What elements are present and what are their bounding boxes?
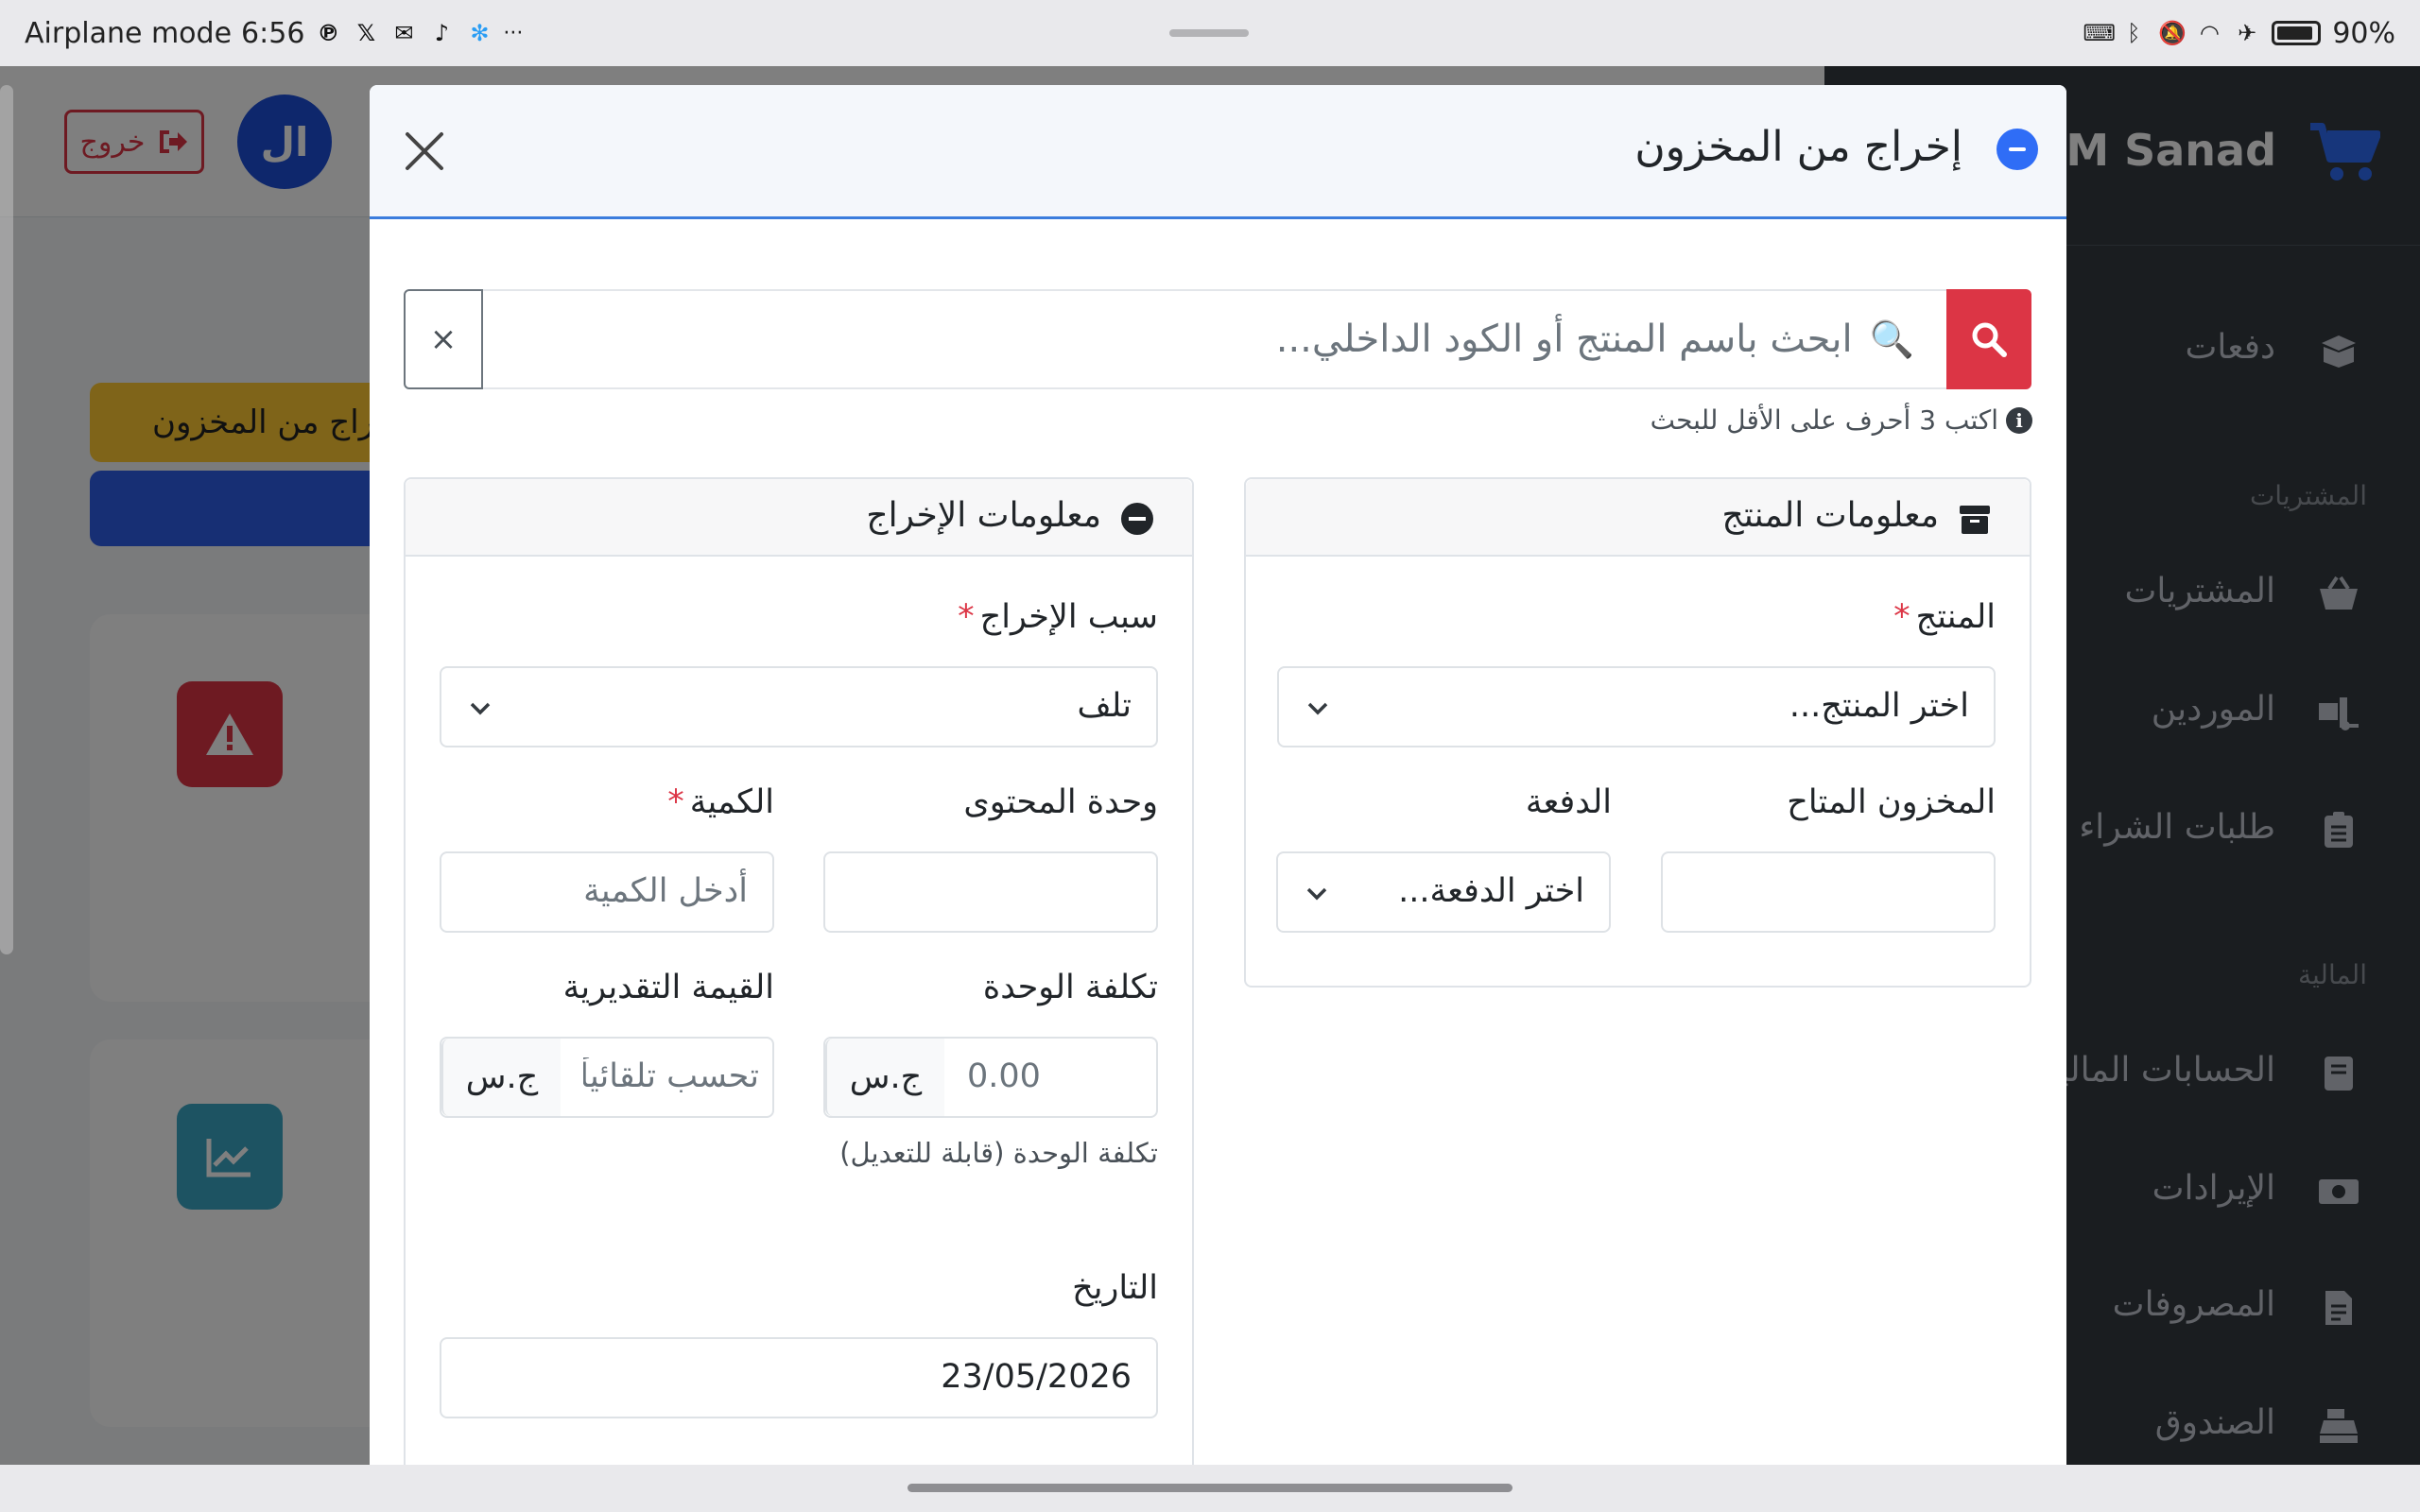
unit-cost-help: تكلفة الوحدة (قابلة للتعديل) — [839, 1137, 1158, 1169]
output-info-card: معلومات الإخراج سبب الإخراج* تلف وحدة ال… — [404, 477, 1194, 1465]
available-stock-label: المخزون المتاح — [1787, 783, 1996, 821]
date-input[interactable]: 23/05/2026 — [440, 1337, 1158, 1418]
card-title: معلومات الإخراج — [866, 496, 1101, 535]
estimated-value-currency: ج.س — [441, 1039, 561, 1116]
card-header: معلومات المنتج — [1246, 479, 2030, 557]
card-title: معلومات المنتج — [1721, 496, 1940, 535]
minus-circle-icon — [1121, 503, 1153, 535]
quantity-placeholder: أدخل الكمية — [583, 872, 748, 910]
home-gesture-bar[interactable] — [908, 1484, 1512, 1492]
bluetooth-icon: ᛒ — [2127, 20, 2141, 46]
unit-cost-placeholder: 0.00 — [967, 1057, 1041, 1095]
box-icon — [1960, 506, 1990, 534]
chevron-down-icon — [470, 702, 491, 715]
reason-label: سبب الإخراج* — [958, 598, 1158, 636]
estimated-value-label: القيمة التقديرية — [562, 969, 774, 1006]
keyboard-icon: ⌨ — [2083, 20, 2116, 46]
product-search: 🔍 ابحث باسم المنتج أو الكود الداخلي... × — [404, 289, 2031, 389]
batch-select-value: اختر الدفعة... — [1398, 872, 1584, 910]
available-stock-field — [1661, 851, 1996, 933]
clear-search-button[interactable]: × — [404, 289, 483, 389]
product-info-card: معلومات المنتج المنتج* اختر المنتج... ال… — [1244, 477, 2031, 988]
drag-handle[interactable] — [1169, 29, 1249, 37]
magnifier-icon: 🔍 — [1869, 318, 1914, 360]
x-icon: 𝕏 — [356, 20, 376, 46]
chevron-down-icon — [1307, 702, 1328, 715]
quantity-label-text: الكمية — [689, 783, 774, 821]
info-icon: i — [2006, 406, 2032, 434]
reason-label-text: سبب الإخراج — [979, 598, 1158, 636]
unit-cost-currency: ج.س — [825, 1039, 944, 1116]
minus-circle-icon — [1996, 129, 2038, 170]
page-scrollbar[interactable] — [0, 85, 13, 954]
modal-header: إخراج من المخزون — [370, 85, 2066, 219]
modal-title: إخراج من المخزون — [1634, 123, 1962, 171]
required-asterisk: * — [667, 783, 684, 821]
unit-cost-input[interactable]: 0.00 ج.س — [823, 1037, 1158, 1118]
batch-label: الدفعة — [1525, 783, 1612, 821]
estimated-value-placeholder: تحسب تلقائياً — [583, 1057, 759, 1095]
required-asterisk: * — [958, 598, 975, 636]
clock: 6:56 — [241, 16, 305, 50]
unit-cost-label: تكلفة الوحدة — [982, 969, 1158, 1006]
search-button[interactable] — [1946, 289, 2031, 389]
product-label-text: المنتج — [1915, 598, 1996, 636]
date-value: 23/05/2026 — [941, 1358, 1132, 1396]
status-bar: Airplane mode 6:56 ℗ 𝕏 ✉ ♪ ✻ ··· ⌨ ᛒ 🔕 ◠… — [0, 0, 2420, 66]
airplane-mode-text: Airplane mode — [25, 16, 233, 50]
quantity-input[interactable]: أدخل الكمية — [440, 851, 774, 933]
airplane-icon: ✈ — [2238, 20, 2257, 46]
date-label: التاريخ — [1072, 1269, 1158, 1307]
search-placeholder: ابحث باسم المنتج أو الكود الداخلي... — [1275, 318, 1853, 361]
status-bar-right: ⌨ ᛒ 🔕 ◠ ✈ 90% — [2083, 0, 2395, 66]
battery-icon — [2272, 21, 2322, 45]
quantity-label: الكمية* — [667, 783, 774, 821]
product-select[interactable]: اختر المنتج... — [1277, 666, 1996, 747]
reason-select[interactable]: تلف — [440, 666, 1158, 747]
close-icon[interactable] — [398, 125, 451, 178]
system-navigation-bar — [0, 1465, 2420, 1512]
search-hint-text: اكتب 3 أحرف على الأقل للبحث — [1650, 404, 1998, 436]
content-unit-field[interactable] — [823, 851, 1158, 933]
bell-off-icon: 🔕 — [2158, 20, 2187, 46]
battery-percent: 90% — [2332, 16, 2395, 50]
card-header: معلومات الإخراج — [406, 479, 1192, 557]
search-icon — [1972, 322, 2007, 357]
content-unit-label: وحدة المحتوى — [963, 783, 1158, 821]
chevron-down-icon — [1306, 887, 1327, 901]
wifi-icon: ◠ — [2199, 20, 2220, 46]
more-notifications: ··· — [503, 21, 524, 45]
product-select-value: اختر المنتج... — [1789, 687, 1969, 725]
batch-select[interactable]: اختر الدفعة... — [1276, 851, 1611, 933]
pinterest-icon: ℗ — [317, 20, 340, 46]
estimated-value-input: تحسب تلقائياً ج.س — [440, 1037, 774, 1118]
mail-icon: ✉ — [394, 20, 414, 46]
status-bar-left: Airplane mode 6:56 ℗ 𝕏 ✉ ♪ ✻ ··· — [25, 0, 523, 66]
search-hint: i اكتب 3 أحرف على الأقل للبحث — [1651, 404, 2032, 436]
reason-select-value: تلف — [1077, 687, 1132, 725]
product-label: المنتج* — [1893, 598, 1996, 636]
search-input[interactable]: 🔍 ابحث باسم المنتج أو الكود الداخلي... — [483, 289, 1946, 389]
snowflake-icon: ✻ — [470, 20, 490, 46]
stock-out-modal: إخراج من المخزون 🔍 ابحث باسم المنتج أو ا… — [370, 85, 2066, 1465]
required-asterisk: * — [1893, 598, 1910, 636]
tiktok-icon: ♪ — [434, 20, 450, 46]
